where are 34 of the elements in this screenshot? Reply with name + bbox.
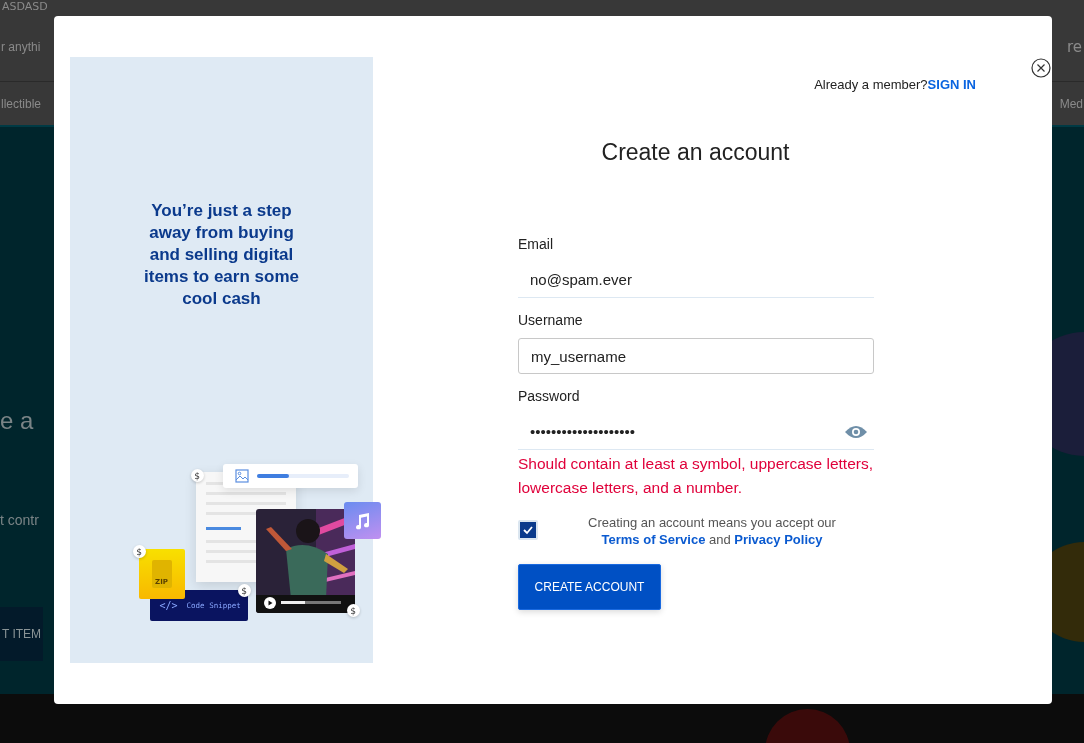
category-link[interactable]: Med bbox=[1058, 96, 1084, 111]
play-icon[interactable] bbox=[263, 597, 276, 609]
close-button[interactable] bbox=[1030, 57, 1052, 79]
hero-button[interactable]: T ITEM bbox=[0, 607, 44, 661]
image-icon bbox=[234, 469, 249, 483]
price-tag: $ bbox=[190, 469, 204, 482]
promo-text: You’re just a step away from buying and selling digital items to earn some cool cash bbox=[143, 200, 300, 310]
field-label: Password bbox=[518, 388, 581, 404]
field-label: Email bbox=[518, 236, 554, 252]
header-link[interactable]: re bbox=[1066, 38, 1084, 56]
create-account-button[interactable]: CREATE ACCOUNT bbox=[518, 564, 661, 610]
terms-link[interactable]: Terms of Service bbox=[601, 532, 706, 547]
seek-bar-drawing bbox=[280, 601, 341, 604]
search-field[interactable]: r anythi bbox=[0, 40, 41, 54]
input-field[interactable]: no@spam.ever bbox=[518, 262, 874, 298]
hero-text: t contr bbox=[0, 512, 39, 528]
show-password-icon[interactable] bbox=[844, 424, 868, 439]
field-label: Username bbox=[518, 312, 584, 328]
sign-in-prompt: Already a member? bbox=[814, 77, 928, 92]
hero-heading: e a bbox=[0, 407, 34, 435]
privacy-link[interactable]: Privacy Policy bbox=[734, 532, 823, 547]
input-field[interactable]: my_username bbox=[518, 338, 874, 374]
input-field[interactable]: •••••••••••••••••••• bbox=[518, 414, 874, 450]
sign-in-link[interactable]: SIGN IN bbox=[927, 77, 976, 92]
checkmark-icon bbox=[522, 525, 534, 535]
terms-checkbox[interactable] bbox=[518, 520, 538, 540]
code-icon: </> bbox=[159, 600, 178, 611]
error-message: Should contain at least a symbol, uppercase letters, lowercase letters, and a number. bbox=[518, 454, 874, 498]
price-tag: $ bbox=[132, 545, 146, 558]
terms-text: Creating an account means you accept our Terms of Service and Privacy Policy bbox=[587, 514, 837, 548]
site-title: ASDASD bbox=[2, 0, 48, 13]
music-note-icon bbox=[353, 511, 371, 530]
form-title: Create an account bbox=[600, 139, 791, 166]
category-link[interactable]: llectible bbox=[0, 96, 43, 111]
